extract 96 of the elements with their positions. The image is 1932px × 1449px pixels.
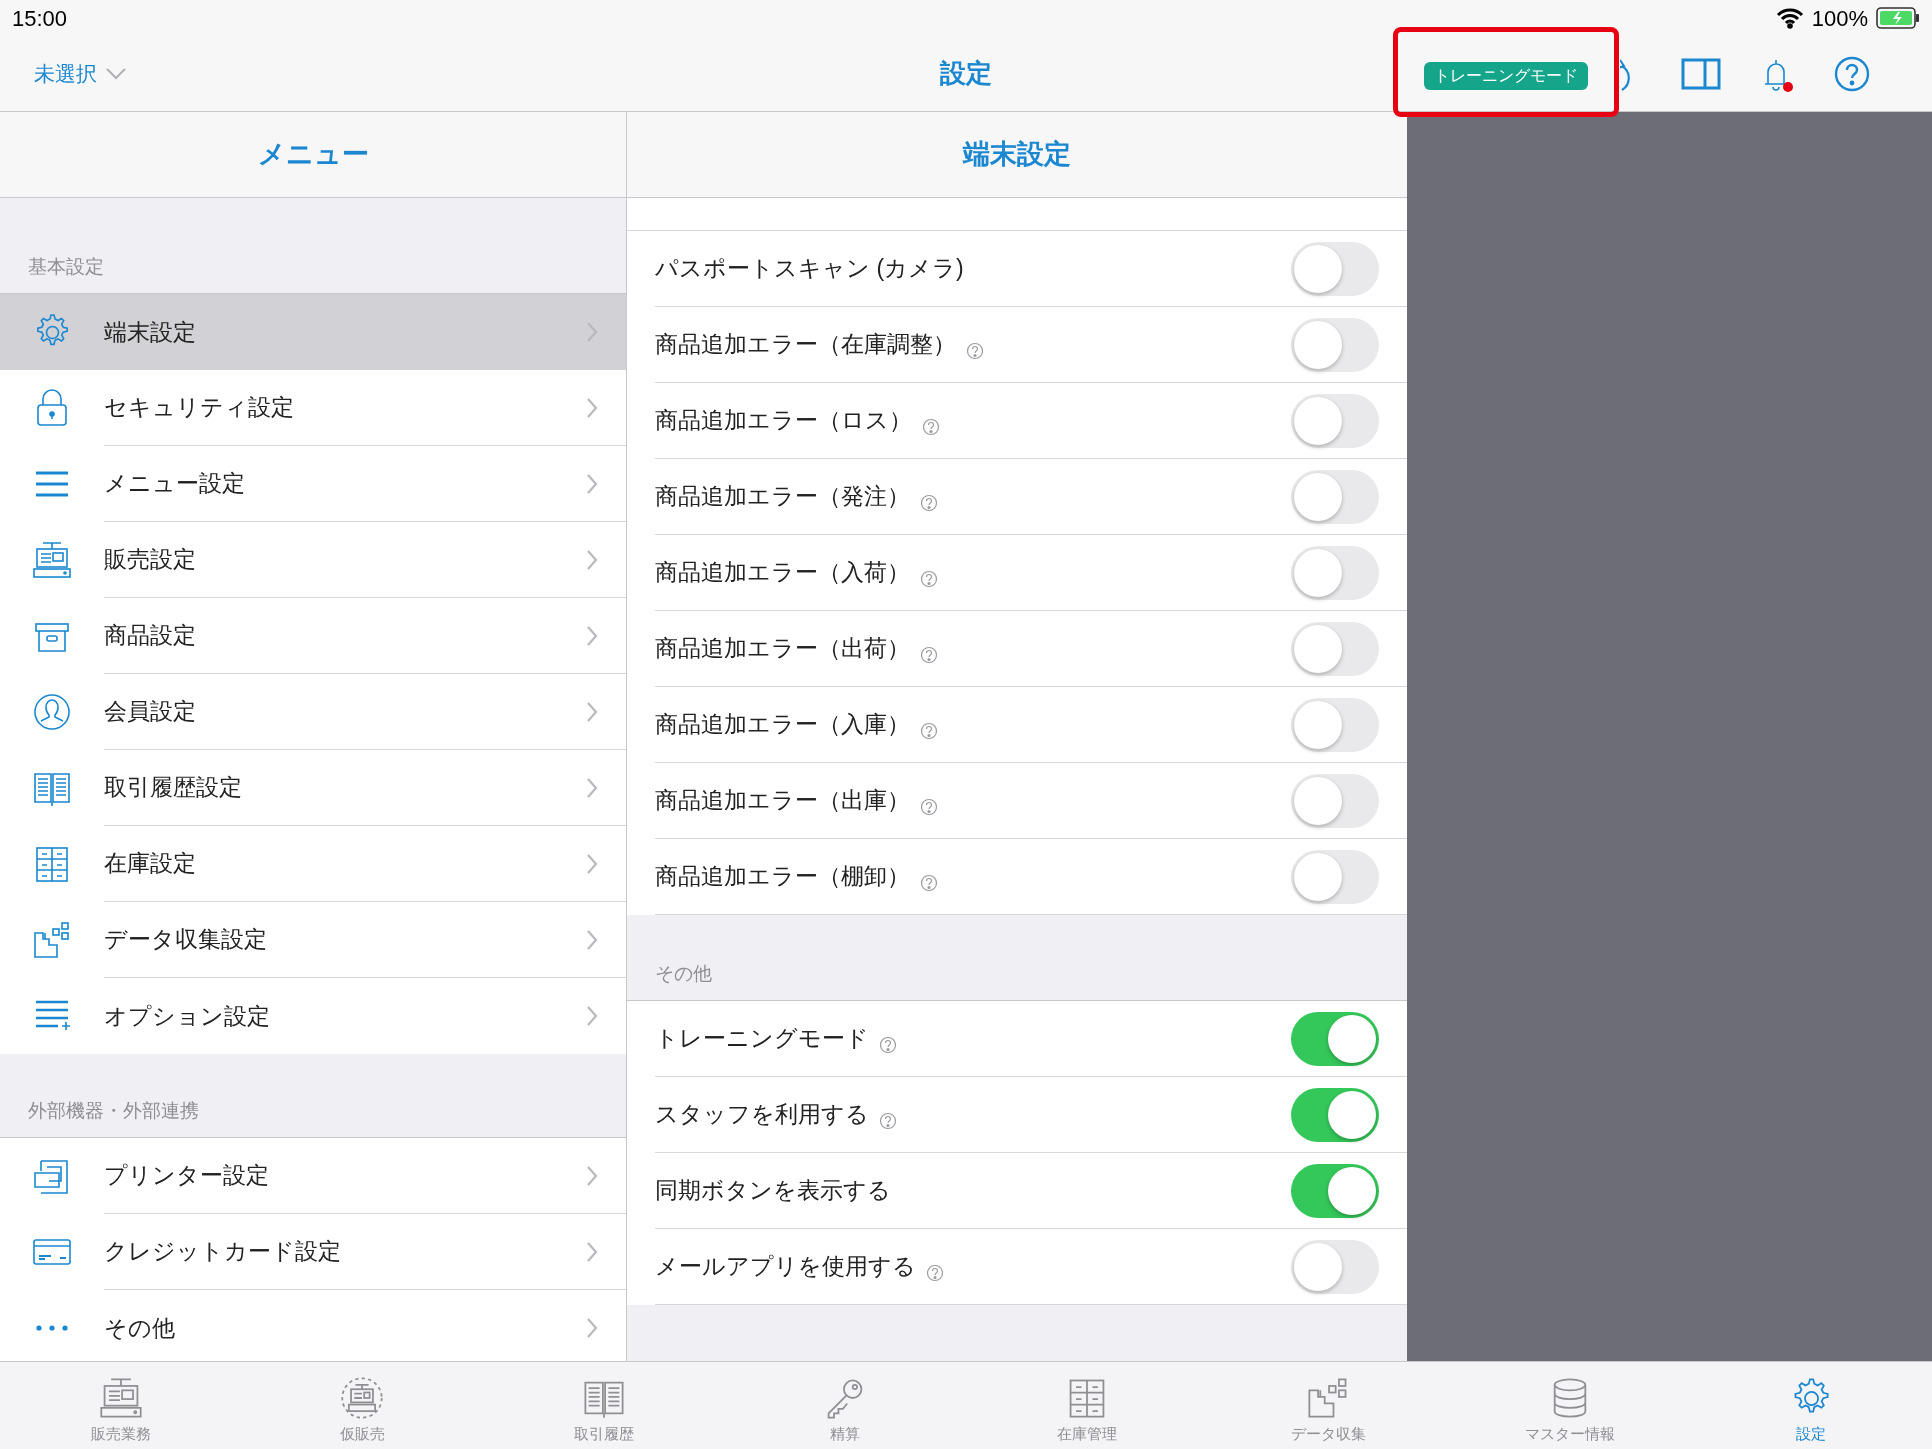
toggle-switch[interactable] (1291, 621, 1379, 676)
battery-percent: 100% (1811, 4, 1868, 33)
toggle-switch[interactable] (1291, 393, 1379, 448)
menu-item[interactable]: 取引履歴設定 (0, 750, 626, 826)
menu-item[interactable]: プリンター設定 (0, 1138, 626, 1214)
split-view-icon[interactable] (1681, 58, 1721, 90)
help-icon[interactable] (920, 645, 938, 664)
menu-item[interactable]: 端末設定 (0, 294, 626, 370)
chevron-right-icon (586, 548, 598, 571)
menu-item-label: データ収集設定 (104, 925, 267, 955)
help-icon[interactable] (920, 569, 938, 588)
chevron-right-icon (586, 852, 598, 875)
menu-item[interactable]: クレジットカード設定 (0, 1214, 626, 1290)
battery-icon (1876, 7, 1920, 29)
chevron-right-icon (586, 1005, 598, 1027)
toggle-switch[interactable] (1291, 1163, 1379, 1218)
section-header: 基本設定 (28, 254, 104, 279)
setting-label: 商品追加エラー（入荷） (655, 558, 910, 588)
menu-item-label: 会員設定 (104, 697, 196, 727)
menu-item[interactable]: セキュリティ設定 (0, 370, 626, 446)
section-header: その他 (655, 961, 712, 986)
status-time: 15:00 (12, 4, 68, 33)
menu-item-label: 取引履歴設定 (104, 773, 242, 803)
chevron-right-icon (586, 1317, 598, 1339)
setting-label: トレーニングモード (655, 1024, 869, 1054)
toggle-switch[interactable] (1291, 1239, 1379, 1294)
menu-item-label: オプション設定 (104, 1001, 270, 1031)
chevron-right-icon (586, 776, 598, 799)
toggle-switch[interactable] (1291, 849, 1379, 904)
nav-title: 設定 (940, 57, 992, 90)
menu-item[interactable]: 在庫設定 (0, 826, 626, 902)
toggle-switch[interactable] (1291, 545, 1379, 600)
more-icon (34, 1324, 70, 1332)
chevron-right-icon (586, 321, 598, 343)
setting-label: 商品追加エラー（棚卸） (655, 862, 910, 892)
menu-item[interactable]: データ収集設定 (0, 902, 626, 978)
menu-item-label: セキュリティ設定 (104, 393, 294, 423)
chevron-right-icon (586, 1240, 598, 1263)
chevron-right-icon (586, 928, 598, 951)
cash-register-icon (31, 539, 73, 581)
panel-title: メニュー (0, 112, 626, 198)
setting-label: 商品追加エラー（ロス） (655, 406, 912, 436)
setting-label: 商品追加エラー（出庫） (655, 786, 910, 816)
chevron-right-icon (586, 472, 598, 495)
menu-item-label: 在庫設定 (104, 849, 196, 879)
menu-item[interactable]: 販売設定 (0, 522, 626, 598)
help-icon[interactable] (920, 721, 938, 740)
help-icon[interactable] (1834, 56, 1870, 92)
setting-label: パスポートスキャン (カメラ) (655, 254, 964, 284)
help-icon[interactable] (920, 873, 938, 892)
help-icon[interactable] (879, 1035, 897, 1054)
setting-label: 商品追加エラー（在庫調整） (655, 330, 956, 360)
menu-item[interactable]: 商品設定 (0, 598, 626, 674)
help-icon[interactable] (920, 493, 938, 512)
setting-label: 商品追加エラー（入庫） (655, 710, 910, 740)
help-icon[interactable] (879, 1111, 897, 1130)
person-icon (31, 691, 73, 733)
chevron-right-icon (586, 396, 598, 419)
chevron-down-icon (105, 66, 127, 81)
panel-title: 端末設定 (627, 112, 1407, 198)
cash-register-icon (339, 1374, 386, 1421)
setting-label: 商品追加エラー（出荷） (655, 634, 910, 664)
toggle-switch[interactable] (1291, 317, 1379, 372)
setting-label: 同期ボタンを表示する (655, 1176, 891, 1206)
setting-label: 商品追加エラー（発注） (655, 482, 910, 512)
toggle-switch[interactable] (1291, 697, 1379, 752)
menu-item[interactable]: メニュー設定 (0, 446, 626, 522)
help-icon[interactable] (966, 341, 984, 360)
menu-item-label: クレジットカード設定 (104, 1237, 341, 1267)
menu-item-label: 商品設定 (104, 621, 196, 651)
menu-item[interactable]: その他 (0, 1290, 626, 1361)
setting-label: スタッフを利用する (655, 1100, 869, 1130)
menu-item[interactable]: オプション設定 (0, 978, 626, 1054)
menu-item-label: 販売設定 (104, 545, 196, 575)
help-icon[interactable] (922, 417, 940, 436)
tab-bar-item[interactable]: 設定 (1690, 1362, 1932, 1449)
help-icon[interactable] (926, 1263, 944, 1282)
toggle-switch[interactable] (1291, 469, 1379, 524)
toggle-switch[interactable] (1291, 1087, 1379, 1142)
section-header: 外部機器・外部連携 (28, 1098, 199, 1123)
menu-item-label: その他 (104, 1313, 175, 1343)
toggle-switch[interactable] (1291, 1011, 1379, 1066)
training-mode-badge: トレーニングモード (1424, 62, 1588, 90)
toggle-switch[interactable] (1291, 241, 1379, 296)
chevron-right-icon (586, 700, 598, 723)
help-icon[interactable] (920, 797, 938, 816)
menu-item-label: メニュー設定 (104, 469, 245, 499)
menu-item[interactable]: 会員設定 (0, 674, 626, 750)
setting-label: メールアプリを使用する (655, 1252, 916, 1282)
menu-item-label: プリンター設定 (104, 1161, 269, 1191)
menu-item-label: 端末設定 (104, 317, 196, 347)
chevron-right-icon (586, 624, 598, 647)
toggle-switch[interactable] (1291, 773, 1379, 828)
wifi-icon (1775, 7, 1804, 29)
store-selector[interactable]: 未選択 (34, 58, 127, 90)
chevron-right-icon (586, 1164, 598, 1187)
